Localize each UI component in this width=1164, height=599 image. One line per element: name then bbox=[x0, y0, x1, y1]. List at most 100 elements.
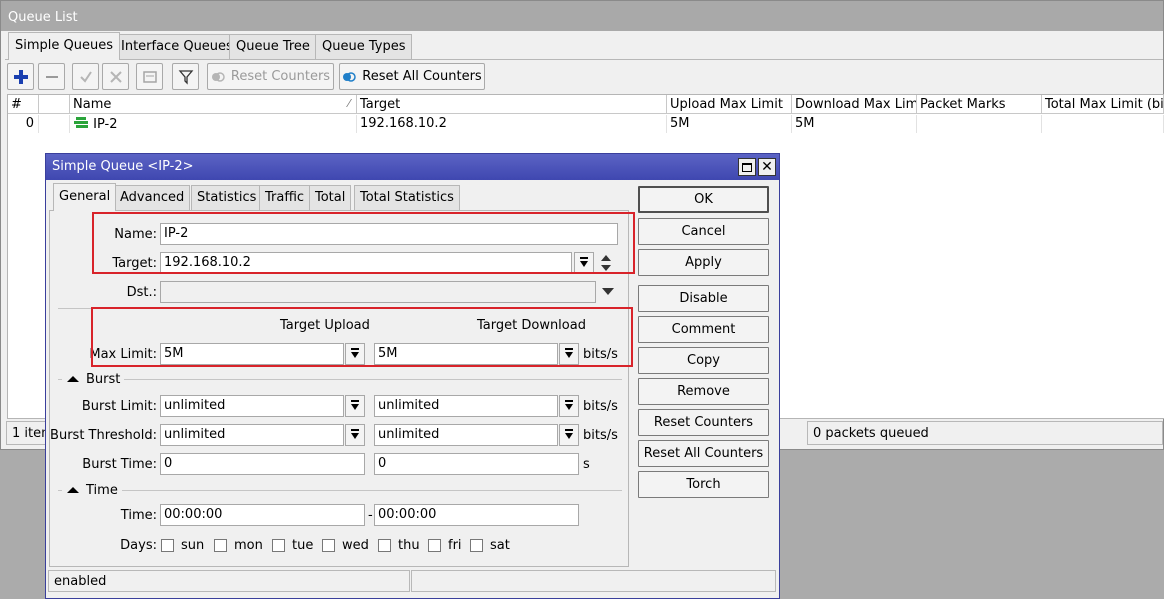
reset-counters-icon bbox=[211, 71, 225, 82]
dropdown-arrow-icon bbox=[351, 429, 359, 439]
day-wed-checkbox[interactable] bbox=[322, 539, 335, 552]
day-thu-checkbox[interactable] bbox=[378, 539, 391, 552]
tab-simple-queues[interactable]: Simple Queues bbox=[8, 32, 121, 60]
dst-input[interactable] bbox=[160, 281, 596, 303]
tab-queue-tree[interactable]: Queue Tree bbox=[229, 34, 317, 59]
burst-limit-label: Burst Limit: bbox=[81, 399, 157, 414]
column-header-name[interactable]: Name ⁄ bbox=[70, 95, 357, 114]
burst-limit-upload-dropdown[interactable] bbox=[345, 395, 365, 417]
filter-button[interactable] bbox=[172, 63, 199, 90]
cancel-button[interactable]: Cancel bbox=[638, 218, 769, 245]
close-icon: ✕ bbox=[761, 159, 773, 175]
note-icon bbox=[142, 70, 157, 83]
tab-total-statistics[interactable]: Total Statistics bbox=[354, 185, 460, 210]
disable-button[interactable]: Disable bbox=[638, 285, 769, 312]
burst-limit-upload-input[interactable]: unlimited bbox=[160, 395, 344, 417]
copy-button[interactable]: Copy bbox=[638, 347, 769, 374]
remove-button[interactable]: Remove bbox=[638, 378, 769, 405]
burst-limit-unit: bits/s bbox=[583, 399, 618, 414]
dropdown-arrow-icon bbox=[565, 400, 573, 410]
row-target: 192.168.10.2 bbox=[357, 115, 667, 133]
minus-icon bbox=[45, 75, 58, 78]
row-download-max-limit: 5M bbox=[792, 115, 917, 133]
collapse-arrow-icon bbox=[67, 376, 79, 382]
day-sat-label: sat bbox=[490, 538, 510, 553]
tab-queue-types[interactable]: Queue Types bbox=[315, 34, 413, 59]
day-thu-label: thu bbox=[398, 538, 420, 553]
day-tue-label: tue bbox=[292, 538, 314, 553]
packets-queued-status: 0 packets queued bbox=[807, 421, 1163, 445]
close-button[interactable]: ✕ bbox=[758, 158, 776, 176]
time-section-toggle[interactable]: Time bbox=[62, 482, 122, 498]
day-wed-label: wed bbox=[342, 538, 369, 553]
comment-button[interactable]: Comment bbox=[638, 316, 769, 343]
dst-dropdown-button[interactable] bbox=[601, 285, 615, 299]
dialog-title: Simple Queue <IP-2> bbox=[46, 154, 779, 180]
tab-traffic[interactable]: Traffic bbox=[259, 185, 311, 210]
plus-icon bbox=[13, 69, 28, 84]
row-flags bbox=[39, 115, 70, 133]
time-dash: - bbox=[368, 508, 373, 523]
tab-divider bbox=[5, 59, 1163, 60]
sort-indicator-icon: ⁄ bbox=[348, 97, 350, 110]
disable-button[interactable] bbox=[102, 63, 129, 90]
column-header-number[interactable]: # bbox=[8, 95, 39, 114]
dropdown-arrow-icon bbox=[351, 400, 359, 410]
apply-button[interactable]: Apply bbox=[638, 249, 769, 276]
maximize-button[interactable] bbox=[738, 158, 756, 176]
general-tab-panel: Name: IP-2 Target: 192.168.10.2 Dst.: Ta… bbox=[49, 210, 635, 567]
tab-total[interactable]: Total bbox=[309, 185, 352, 210]
queue-icon bbox=[74, 117, 88, 128]
burst-limit-download-input[interactable]: unlimited bbox=[374, 395, 558, 417]
burst-time-download-input[interactable]: 0 bbox=[374, 453, 579, 475]
check-icon bbox=[79, 70, 92, 83]
dropdown-arrow-icon bbox=[602, 288, 614, 295]
burst-section-toggle[interactable]: Burst bbox=[62, 371, 125, 387]
enable-button[interactable] bbox=[72, 63, 99, 90]
tab-advanced[interactable]: Advanced bbox=[114, 185, 191, 210]
day-sun-checkbox[interactable] bbox=[161, 539, 174, 552]
reset-counters-button[interactable]: Reset Counters bbox=[638, 409, 769, 436]
burst-time-upload-input[interactable]: 0 bbox=[160, 453, 365, 475]
comment-button[interactable] bbox=[136, 63, 163, 90]
remove-button[interactable] bbox=[38, 63, 65, 90]
day-tue-checkbox[interactable] bbox=[272, 539, 285, 552]
tab-statistics[interactable]: Statistics bbox=[191, 185, 263, 210]
day-fri-checkbox[interactable] bbox=[428, 539, 441, 552]
table-row[interactable]: 0 IP-2 192.168.10.2 5M 5M bbox=[8, 115, 1164, 133]
burst-threshold-upload-input[interactable]: unlimited bbox=[160, 424, 344, 446]
item-count-status: 1 item bbox=[6, 421, 46, 445]
dialog-status-enabled: enabled bbox=[48, 570, 410, 592]
day-sat-checkbox[interactable] bbox=[470, 539, 483, 552]
column-header-upload-max-limit[interactable]: Upload Max Limit bbox=[667, 95, 792, 114]
time-from-input[interactable]: 00:00:00 bbox=[160, 504, 365, 526]
torch-button[interactable]: Torch bbox=[638, 471, 769, 498]
dropdown-arrow-icon bbox=[565, 429, 573, 439]
burst-threshold-upload-dropdown[interactable] bbox=[345, 424, 365, 446]
burst-limit-download-dropdown[interactable] bbox=[559, 395, 579, 417]
reset-all-counters-icon bbox=[343, 71, 357, 82]
reset-counters-button[interactable]: Reset Counters bbox=[207, 63, 334, 90]
time-label: Time: bbox=[120, 508, 157, 523]
reset-all-counters-button[interactable]: Reset All Counters bbox=[339, 63, 485, 90]
simple-queue-dialog: Simple Queue <IP-2> ✕ General Advanced S… bbox=[45, 153, 780, 599]
tab-general[interactable]: General bbox=[53, 183, 117, 211]
column-header-total-max-limit[interactable]: Total Max Limit (bit... bbox=[1042, 95, 1164, 114]
highlight-name-target bbox=[92, 212, 635, 274]
burst-time-unit: s bbox=[583, 457, 590, 472]
column-header-flags[interactable] bbox=[39, 95, 70, 114]
tab-interface-queues[interactable]: Interface Queues bbox=[114, 34, 240, 59]
burst-threshold-download-input[interactable]: unlimited bbox=[374, 424, 558, 446]
burst-threshold-download-dropdown[interactable] bbox=[559, 424, 579, 446]
column-header-target[interactable]: Target bbox=[357, 95, 667, 114]
row-number: 0 bbox=[8, 115, 39, 133]
reset-all-counters-button[interactable]: Reset All Counters bbox=[638, 440, 769, 467]
dialog-status-extra bbox=[411, 570, 776, 592]
column-header-download-max-limit[interactable]: Download Max Limit bbox=[792, 95, 917, 114]
window-title: Queue List bbox=[1, 1, 1163, 31]
add-button[interactable] bbox=[7, 63, 34, 90]
column-header-packet-marks[interactable]: Packet Marks bbox=[917, 95, 1042, 114]
day-mon-checkbox[interactable] bbox=[214, 539, 227, 552]
time-to-input[interactable]: 00:00:00 bbox=[374, 504, 579, 526]
ok-button[interactable]: OK bbox=[638, 186, 769, 213]
